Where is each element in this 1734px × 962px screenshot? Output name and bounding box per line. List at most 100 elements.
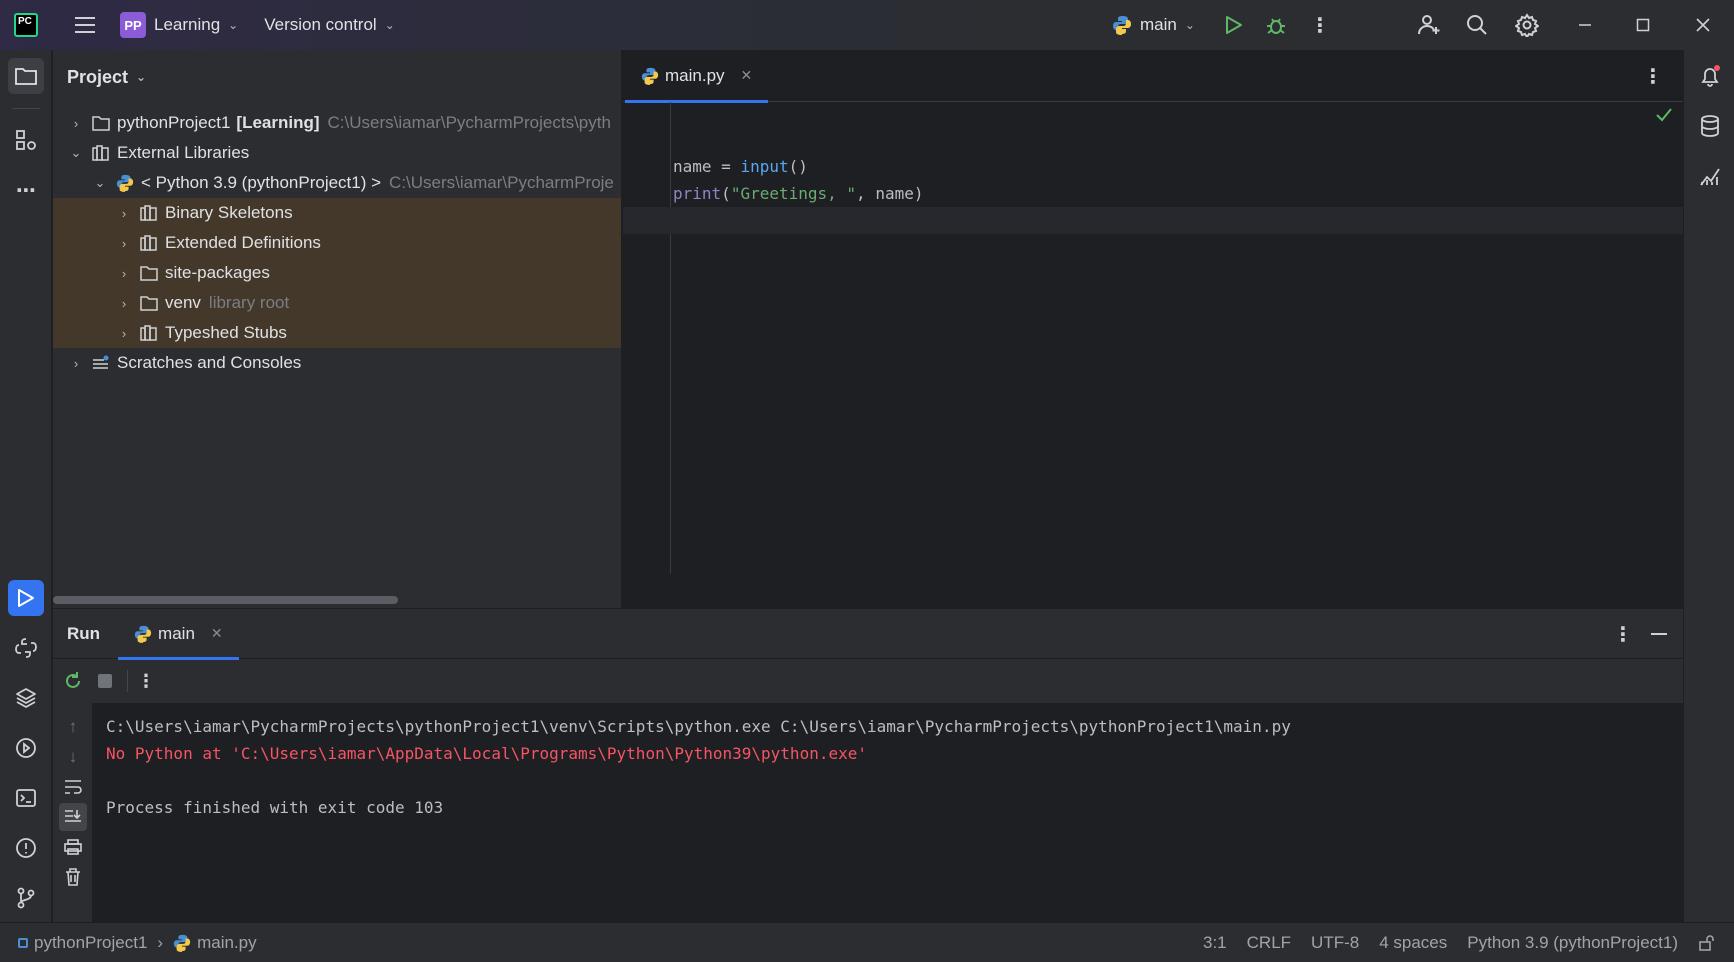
version-control-menu[interactable]: Version control ⌄: [264, 0, 395, 50]
settings-gear-icon[interactable]: [1514, 12, 1540, 38]
scroll-to-end-icon[interactable]: [59, 803, 87, 831]
run-config-selector[interactable]: main ⌄: [1112, 0, 1195, 50]
close-tab-icon[interactable]: ✕: [741, 67, 753, 84]
tree-node-venv[interactable]: › venv library root: [53, 288, 621, 318]
tree-node-label: Scratches and Consoles: [117, 353, 302, 372]
console-line-command: C:\Users\iamar\PycharmProjects\pythonPro…: [106, 717, 1291, 736]
unlock-icon[interactable]: [1698, 934, 1716, 952]
pycharm-logo-icon: PC: [14, 13, 38, 37]
notifications-tool-button[interactable]: [1692, 58, 1728, 94]
title-bar: PC PP Learning ⌄ Version control ⌄ main …: [0, 0, 1734, 50]
breadcrumb-file[interactable]: main.py: [197, 933, 257, 953]
project-name: Learning: [154, 15, 221, 34]
interpreter-selector[interactable]: Python 3.9 (pythonProject1): [1467, 933, 1678, 953]
no-problems-check-icon[interactable]: [1655, 107, 1673, 128]
code-with-me-icon[interactable]: [1416, 12, 1442, 38]
editor-options-icon[interactable]: ⋮: [1643, 64, 1663, 89]
chevron-right-icon[interactable]: ›: [67, 356, 85, 371]
problems-tool-button[interactable]: [8, 830, 44, 866]
close-window-icon[interactable]: [1692, 14, 1714, 36]
stop-icon[interactable]: [91, 667, 119, 695]
project-tool-button[interactable]: [8, 58, 44, 94]
tree-node-external-libraries[interactable]: ⌄ External Libraries: [53, 138, 621, 168]
project-switcher[interactable]: PP Learning ⌄: [120, 0, 238, 50]
chevron-right-icon[interactable]: ›: [115, 296, 133, 311]
library-icon: [139, 204, 159, 222]
run-config-label: main: [1140, 15, 1177, 34]
minimize-window-icon[interactable]: [1574, 14, 1596, 36]
folder-icon: [15, 68, 37, 85]
tree-node-project-root[interactable]: › pythonProject1 [Learning] C:\Users\iam…: [53, 108, 621, 138]
python-packages-tool-button[interactable]: [8, 680, 44, 716]
trash-icon[interactable]: [61, 865, 85, 889]
horizontal-scrollbar[interactable]: [53, 596, 398, 604]
caret-position[interactable]: 3:1: [1203, 933, 1227, 953]
tree-node-python-sdk[interactable]: ⌄ < Python 3.9 (pythonProject1) > C:\Use…: [53, 168, 621, 198]
rerun-icon[interactable]: [59, 667, 87, 695]
more-tool-windows-icon[interactable]: ⋯: [8, 172, 44, 208]
maximize-window-icon[interactable]: [1632, 14, 1654, 36]
chevron-right-icon[interactable]: ›: [115, 206, 133, 221]
chevron-right-icon[interactable]: ›: [115, 326, 133, 341]
run-tab-bar: Run main ✕ ⋮: [53, 609, 1683, 660]
run-panel-title: Run: [67, 623, 101, 643]
chevron-right-icon[interactable]: ›: [115, 266, 133, 281]
tree-node-path: C:\Users\iamar\PycharmProje: [389, 173, 614, 192]
scroll-up-arrow-icon[interactable]: ↑: [61, 715, 85, 739]
run-side-toolbar: ↑ ↓: [53, 703, 91, 923]
code-line-2[interactable]: print("Greetings, ", name): [673, 180, 923, 207]
main-menu-icon[interactable]: [72, 12, 98, 38]
sciview-tool-button[interactable]: [1692, 158, 1728, 194]
code-line-1[interactable]: name = input(): [673, 153, 808, 180]
run-button[interactable]: [1222, 13, 1246, 37]
python-console-tool-button[interactable]: [8, 630, 44, 666]
run-tool-button[interactable]: [8, 580, 44, 616]
left-tool-window-bar: ⋯: [0, 50, 52, 922]
project-panel-header[interactable]: Project ⌄: [53, 50, 621, 104]
scroll-down-arrow-icon[interactable]: ↓: [61, 745, 85, 769]
file-encoding[interactable]: UTF-8: [1311, 933, 1359, 953]
chevron-right-icon[interactable]: ›: [115, 236, 133, 251]
project-name-suffix: [Learning]: [236, 113, 320, 132]
tree-node-label: pythonProject1: [117, 113, 231, 132]
chevron-down-icon[interactable]: ⌄: [67, 145, 85, 161]
tree-node-site-packages[interactable]: › site-packages: [53, 258, 621, 288]
python-icon: [134, 625, 152, 643]
tab-main-py[interactable]: main.py ✕: [625, 50, 769, 103]
tree-node-extended-definitions[interactable]: › Extended Definitions: [53, 228, 621, 258]
run-tab-main[interactable]: main ✕: [118, 609, 239, 660]
chevron-down-icon[interactable]: ⌄: [91, 175, 109, 191]
print-icon[interactable]: [61, 835, 85, 859]
console-output[interactable]: C:\Users\iamar\PycharmProjects\pythonPro…: [92, 703, 1683, 923]
python-icon: [1113, 16, 1131, 35]
breadcrumb-project[interactable]: pythonProject1: [34, 933, 147, 953]
services-tool-button[interactable]: [8, 730, 44, 766]
more-actions-icon[interactable]: ⋮: [1308, 13, 1332, 37]
chevron-right-icon[interactable]: ›: [67, 116, 85, 131]
right-tool-window-bar: [1683, 50, 1734, 922]
terminal-icon: [16, 789, 36, 807]
line-separator[interactable]: CRLF: [1247, 933, 1291, 953]
git-tool-button[interactable]: [8, 880, 44, 916]
soft-wrap-icon[interactable]: [61, 775, 85, 799]
chevron-down-icon: ⌄: [228, 18, 239, 32]
run-options-icon[interactable]: ⋮: [1613, 622, 1633, 647]
tree-node-label: Typeshed Stubs: [165, 323, 287, 342]
terminal-tool-button[interactable]: [8, 780, 44, 816]
tree-node-typeshed-stubs[interactable]: › Typeshed Stubs: [53, 318, 621, 348]
python-file-icon: [641, 67, 659, 85]
chevron-down-icon: ⌄: [136, 70, 147, 84]
close-tab-icon[interactable]: ✕: [211, 625, 223, 642]
indent-setting[interactable]: 4 spaces: [1379, 933, 1447, 953]
editor-tab-bar: main.py ✕ ⋮: [623, 50, 1683, 103]
database-tool-button[interactable]: [1692, 108, 1728, 144]
more-run-actions-icon[interactable]: ⋮: [132, 667, 160, 695]
python-file-icon: [173, 934, 191, 952]
hide-panel-icon[interactable]: [1651, 633, 1667, 635]
search-icon[interactable]: [1464, 12, 1490, 38]
debug-button[interactable]: [1264, 13, 1288, 37]
tree-node-binary-skeletons[interactable]: › Binary Skeletons: [53, 198, 621, 228]
structure-tool-button[interactable]: [8, 122, 44, 158]
tree-node-label: < Python 3.9 (pythonProject1) >: [141, 173, 382, 192]
tree-node-scratches[interactable]: › Scratches and Consoles: [53, 348, 621, 378]
